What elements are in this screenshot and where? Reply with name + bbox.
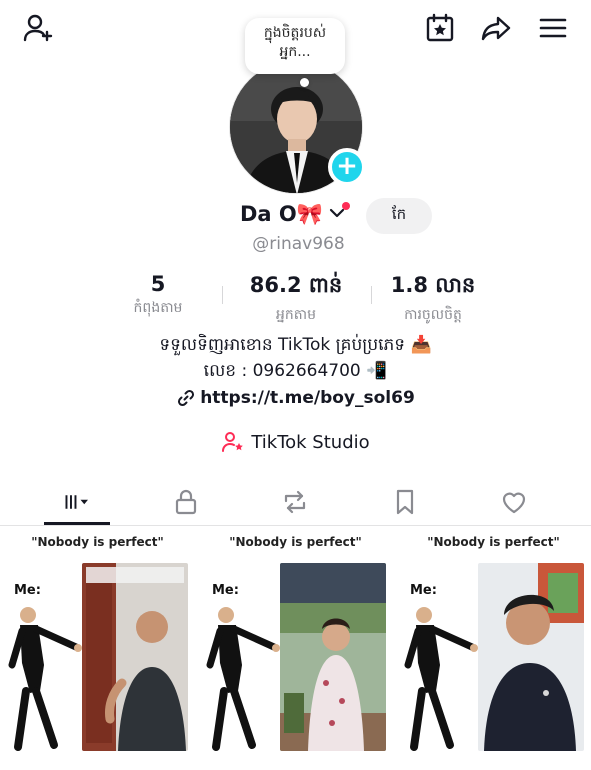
tab-private[interactable] [156,482,216,522]
avatar-container[interactable]: + [229,60,366,194]
stat-likes[interactable]: 1.8 លាន ការចូលចិត្ត [380,272,486,326]
content-tabs [0,476,591,526]
video-photo [280,563,386,751]
bio-line: ទទួលទិញអាខោន TikTok គ្រប់ប្រភេទ 📥 [159,335,432,355]
calendar-star-icon[interactable] [422,10,458,46]
notification-dot [342,202,350,210]
add-story-button[interactable]: + [328,148,366,186]
heart-icon [502,492,526,514]
share-arrow-icon[interactable] [478,10,514,46]
dancing-man-figure [404,607,478,751]
tiktok-studio-button[interactable]: TikTok Studio [0,430,591,454]
name-row: Da O🎀 កែ [0,198,591,236]
video-caption: "Nobody is perfect" [229,535,362,549]
video-thumbnail[interactable]: "Nobody is perfect" Me: [396,527,591,770]
edit-profile-button[interactable]: កែ [366,198,432,234]
bio-line: លេខ : 0962664700 📲 [203,361,388,381]
display-name: Da O🎀 [240,202,323,226]
stat-divider [371,286,372,304]
stat-value: 1.8 លាន [390,273,476,297]
add-user-icon[interactable] [20,10,56,46]
stat-value: 86.2 ពាន់ [249,273,343,297]
bio-link-text: https://t.me/boy_sol69 [200,388,415,408]
username: @rinav968 [252,234,345,254]
link-icon [178,389,195,407]
studio-label: TikTok Studio [251,431,370,453]
plus-icon: + [336,151,358,181]
bio-link[interactable]: https://t.me/boy_sol69 [0,388,591,408]
lock-icon [175,489,197,515]
video-grid: "Nobody is perfect" Me: "Nobody is perfe… [0,527,591,770]
stat-value: 5 [150,272,166,296]
stats-row: 5 កំពុងតាម 86.2 ពាន់ អ្នកតាម 1.8 លាន ការ… [0,272,591,323]
note-bubble[interactable]: ក្នុងចិត្តរបស់អ្នក... [245,18,345,74]
stat-divider [222,286,223,304]
hamburger-menu-icon[interactable] [535,10,571,46]
video-caption: "Nobody is perfect" [31,535,164,549]
video-photo [478,563,584,751]
video-me-label: Me: [212,583,239,598]
stat-followers[interactable]: 86.2 ពាន់ អ្នកតាម [236,272,356,326]
videos-grid-icon [65,495,88,509]
video-caption: "Nobody is perfect" [427,535,560,549]
tab-reposts[interactable] [265,482,325,522]
stat-label: ការចូលចិត្ត [404,307,462,323]
video-me-label: Me: [14,583,41,598]
tab-liked[interactable] [484,482,544,522]
note-bubble-tail [300,78,309,87]
bio: ទទួលទិញអាខោន TikTok គ្រប់ប្រភេទ 📥 លេខ : … [0,332,591,384]
stat-label: កំពុងតាម [133,300,183,316]
video-thumbnail[interactable]: "Nobody is perfect" Me: [0,527,195,770]
dancing-man-figure [206,607,280,751]
dancing-man-figure [8,607,82,751]
bookmark-icon [396,489,414,515]
tab-favorites[interactable] [375,482,435,522]
tab-videos[interactable] [46,482,106,522]
video-thumbnail[interactable]: "Nobody is perfect" Me: [198,527,393,770]
video-me-label: Me: [410,583,437,598]
stat-label: អ្នកតាម [276,307,316,323]
repost-icon [284,490,306,514]
note-text: ក្នុងចិត្តរបស់អ្នក... [263,25,327,60]
stat-following[interactable]: 5 កំពុងតាម [120,272,196,319]
active-tab-indicator [44,522,110,525]
video-photo [82,563,188,751]
studio-user-star-icon [222,432,244,452]
